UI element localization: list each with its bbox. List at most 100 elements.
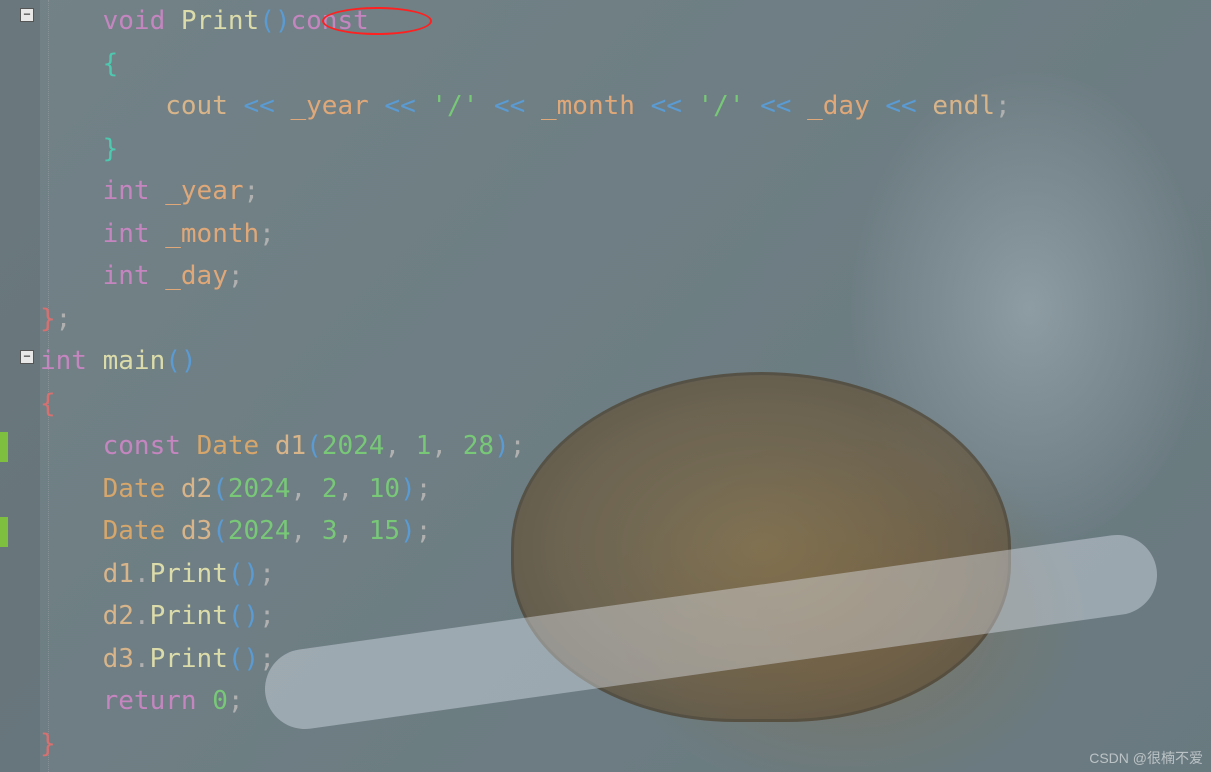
- code-token: d1: [275, 431, 306, 461]
- code-token: .: [134, 644, 150, 674]
- code-line[interactable]: {: [40, 43, 1211, 86]
- code-token: ,: [337, 474, 353, 504]
- code-token: [745, 91, 761, 121]
- code-token: d3: [181, 516, 212, 546]
- code-token: [870, 91, 886, 121]
- code-token: [369, 91, 385, 121]
- code-token: [478, 91, 494, 121]
- code-token: _year: [290, 91, 368, 121]
- code-line[interactable]: d1.Print();: [40, 553, 1211, 596]
- watermark: CSDN @很楠不爱: [1089, 748, 1203, 768]
- code-token: <<: [760, 91, 791, 121]
- code-token: ,: [291, 516, 307, 546]
- code-token: <<: [651, 91, 682, 121]
- code-line[interactable]: cout << _year << '/' << _month << '/' <<…: [40, 85, 1211, 128]
- code-token: endl: [932, 91, 995, 121]
- code-token: const: [291, 6, 369, 36]
- code-token: ;: [244, 176, 260, 206]
- code-token: ;: [56, 304, 72, 334]
- code-line[interactable]: {: [40, 383, 1211, 426]
- code-token: (): [259, 6, 290, 36]
- code-token: ;: [416, 474, 432, 504]
- code-line[interactable]: int _day;: [40, 255, 1211, 298]
- code-token: d2: [181, 474, 212, 504]
- code-token: _month: [541, 91, 635, 121]
- code-token: [791, 91, 807, 121]
- code-token: 2024: [322, 431, 385, 461]
- code-token: _month: [165, 219, 259, 249]
- code-token: (: [306, 431, 322, 461]
- code-token: _day: [807, 91, 870, 121]
- code-line[interactable]: return 0;: [40, 680, 1211, 723]
- code-token: int: [103, 261, 150, 291]
- code-line[interactable]: };: [40, 298, 1211, 341]
- code-token: [40, 6, 103, 36]
- code-token: [87, 346, 103, 376]
- code-token: [40, 261, 103, 291]
- code-token: 2024: [228, 516, 291, 546]
- code-token: [447, 431, 463, 461]
- code-token: [150, 219, 166, 249]
- code-token: [40, 91, 165, 121]
- code-token: [306, 516, 322, 546]
- code-token: [40, 559, 103, 589]
- code-line[interactable]: int main(): [40, 340, 1211, 383]
- code-token: [635, 91, 651, 121]
- code-token: cout: [165, 91, 228, 121]
- code-token: [40, 49, 103, 79]
- code-token: ): [400, 516, 416, 546]
- code-editor[interactable]: void Print()const { cout << _year << '/'…: [40, 0, 1211, 765]
- code-line[interactable]: int _year;: [40, 170, 1211, 213]
- code-token: [306, 474, 322, 504]
- code-token: Print: [181, 6, 259, 36]
- code-token: (): [228, 644, 259, 674]
- code-token: {: [103, 49, 119, 79]
- code-token: [682, 91, 698, 121]
- code-token: int: [103, 219, 150, 249]
- code-token: ;: [259, 644, 275, 674]
- code-token: Date: [103, 474, 166, 504]
- code-line[interactable]: Date d3(2024, 3, 15);: [40, 510, 1211, 553]
- code-token: [275, 91, 291, 121]
- code-token: [40, 686, 103, 716]
- code-token: [40, 134, 103, 164]
- code-line[interactable]: d2.Print();: [40, 595, 1211, 638]
- code-line[interactable]: void Print()const: [40, 0, 1211, 43]
- code-token: main: [103, 346, 166, 376]
- code-token: [917, 91, 933, 121]
- code-line[interactable]: d3.Print();: [40, 638, 1211, 681]
- code-line[interactable]: }: [40, 128, 1211, 171]
- code-token: .: [134, 601, 150, 631]
- code-token: ): [494, 431, 510, 461]
- code-token: .: [134, 559, 150, 589]
- code-token: d3: [103, 644, 134, 674]
- code-token: [40, 176, 103, 206]
- code-token: [40, 644, 103, 674]
- code-token: d1: [103, 559, 134, 589]
- code-token: int: [103, 176, 150, 206]
- code-token: const: [103, 431, 181, 461]
- code-token: (: [212, 516, 228, 546]
- code-token: ;: [259, 219, 275, 249]
- change-marker: [0, 517, 8, 547]
- code-line[interactable]: int _month;: [40, 213, 1211, 256]
- code-token: '/': [698, 91, 745, 121]
- fold-toggle-icon[interactable]: −: [20, 8, 34, 22]
- code-token: [40, 219, 103, 249]
- code-token: 1: [416, 431, 432, 461]
- code-token: ,: [291, 474, 307, 504]
- code-line[interactable]: }: [40, 723, 1211, 766]
- code-token: 10: [369, 474, 400, 504]
- code-line[interactable]: const Date d1(2024, 1, 28);: [40, 425, 1211, 468]
- code-token: (): [165, 346, 196, 376]
- editor-gutter: [0, 0, 40, 772]
- code-token: d2: [103, 601, 134, 631]
- code-token: return: [103, 686, 197, 716]
- code-token: 2024: [228, 474, 291, 504]
- code-token: [165, 474, 181, 504]
- code-token: [525, 91, 541, 121]
- fold-toggle-icon[interactable]: −: [20, 350, 34, 364]
- code-token: [353, 474, 369, 504]
- code-token: [400, 431, 416, 461]
- code-line[interactable]: Date d2(2024, 2, 10);: [40, 468, 1211, 511]
